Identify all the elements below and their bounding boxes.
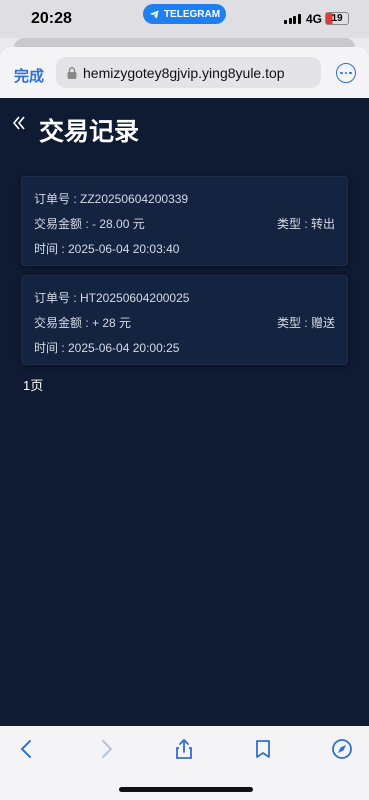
page-indicator: 1页 <box>23 378 44 393</box>
transaction-amount: 交易金额 : - 28.00 元 <box>34 217 145 231</box>
browser-top-bar: 完成 hemizygotey8gjvip.ying8yule.top <box>0 47 369 98</box>
signal-icon <box>284 14 301 24</box>
status-bar: 20:28 TELEGRAM 4G 19 <box>0 0 369 38</box>
transaction-card: 订单号 : HT20250604200025 交易金额 : + 28 元 类型 … <box>21 275 348 365</box>
amount-row: 交易金额 : - 28.00 元 类型 : 转出 <box>34 215 335 232</box>
share-icon[interactable] <box>173 738 195 760</box>
page-title: 交易记录 <box>39 118 140 146</box>
order-number: 订单号 : HT20250604200025 <box>34 291 190 305</box>
amount-row: 交易金额 : + 28 元 类型 : 赠送 <box>34 314 335 331</box>
address-bar[interactable]: hemizygotey8gjvip.ying8yule.top <box>56 57 321 88</box>
transaction-time: 时间 : 2025-06-04 20:00:25 <box>34 341 180 355</box>
transaction-type: 类型 : 赠送 <box>276 316 335 330</box>
transaction-card: 订单号 : ZZ20250604200339 交易金额 : - 28.00 元 … <box>21 176 348 266</box>
home-indicator <box>119 787 253 792</box>
bookmarks-icon[interactable] <box>252 738 274 760</box>
network-type: 4G <box>306 12 323 26</box>
back-chevron-icon[interactable] <box>12 115 26 131</box>
done-button[interactable]: 完成 <box>14 65 44 86</box>
compass-icon[interactable] <box>331 738 353 760</box>
order-number: 订单号 : ZZ20250604200339 <box>34 192 189 206</box>
telegram-label: TELEGRAM <box>163 8 221 20</box>
battery-level: 19 <box>331 13 343 24</box>
transaction-time: 时间 : 2025-06-04 20:03:40 <box>34 242 180 256</box>
battery-icon: 19 <box>325 12 349 25</box>
url-text: hemizygotey8gjvip.ying8yule.top <box>83 64 285 81</box>
forward-arrow-icon[interactable] <box>95 738 117 760</box>
status-time: 20:28 <box>31 10 72 27</box>
transaction-type: 类型 : 转出 <box>276 217 335 231</box>
web-page: 交易记录 订单号 : ZZ20250604200339 交易金额 : - 28.… <box>0 98 369 726</box>
lock-icon <box>67 66 77 79</box>
back-arrow-icon[interactable] <box>16 738 38 760</box>
telegram-return-pill[interactable]: TELEGRAM <box>143 4 226 24</box>
telegram-icon <box>149 9 159 19</box>
transaction-amount: 交易金额 : + 28 元 <box>34 316 132 330</box>
more-options-icon[interactable] <box>336 63 356 83</box>
